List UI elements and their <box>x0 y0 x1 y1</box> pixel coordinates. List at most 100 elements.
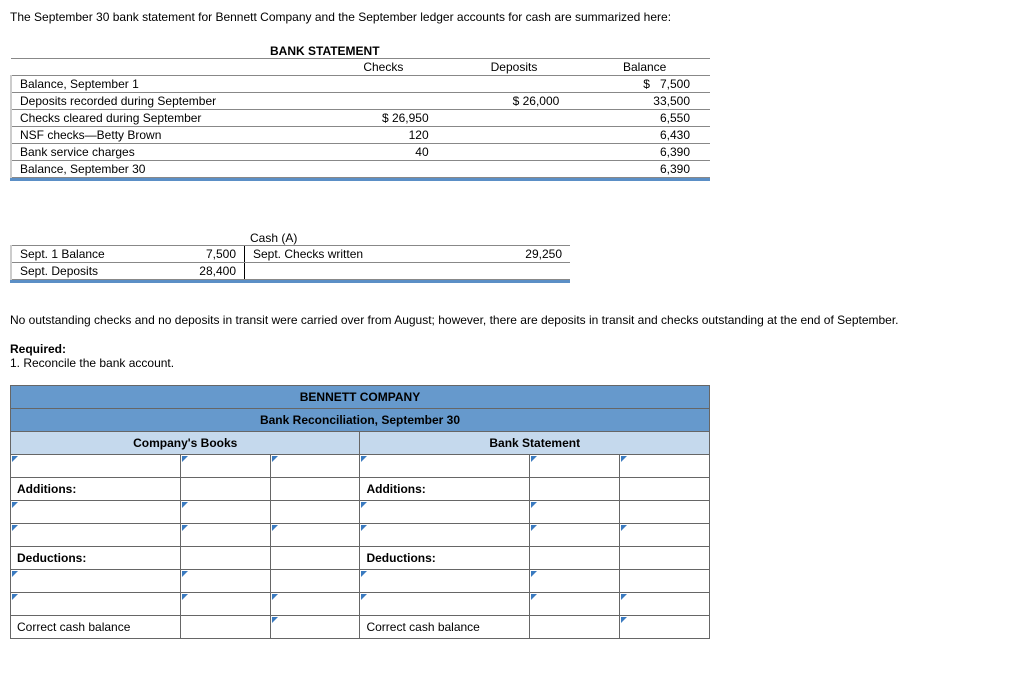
blank-cell <box>180 478 270 501</box>
row-label: Checks cleared during September <box>11 110 318 127</box>
blank-cell <box>270 570 360 593</box>
blank-cell <box>180 547 270 570</box>
blank-cell <box>530 547 620 570</box>
deductions-label-left: Deductions: <box>11 547 181 570</box>
input-cell[interactable] <box>11 455 181 478</box>
input-cell[interactable] <box>270 455 360 478</box>
input-cell[interactable] <box>530 570 620 593</box>
row-checks: $ 26,950 <box>318 110 449 127</box>
row-checks <box>318 76 449 93</box>
divider-bar <box>10 280 570 283</box>
blank-cell <box>270 478 360 501</box>
input-cell[interactable] <box>360 501 530 524</box>
ledger-right-amount: 29,250 <box>441 246 570 263</box>
additions-label-right: Additions: <box>360 478 530 501</box>
recon-left-header: Company's Books <box>11 432 360 455</box>
input-cell[interactable] <box>360 570 530 593</box>
row-deposits <box>449 144 580 161</box>
row-label: Balance, September 30 <box>11 161 318 178</box>
row-checks: 40 <box>318 144 449 161</box>
row-balance: 33,500 <box>579 93 710 110</box>
ledger-left-amount: 7,500 <box>168 246 245 263</box>
input-cell[interactable] <box>11 570 181 593</box>
row-checks <box>318 161 449 178</box>
input-cell[interactable] <box>270 524 360 547</box>
input-cell[interactable] <box>11 593 181 616</box>
blank-cell <box>270 547 360 570</box>
required-label: Required: <box>10 342 66 356</box>
additions-label-left: Additions: <box>11 478 181 501</box>
input-cell[interactable] <box>11 501 181 524</box>
input-cell[interactable] <box>180 570 270 593</box>
input-cell[interactable] <box>180 501 270 524</box>
note-text: No outstanding checks and no deposits in… <box>10 313 1014 327</box>
reconciliation-table: BENNETT COMPANY Bank Reconciliation, Sep… <box>10 385 710 639</box>
reconciliation-section: BENNETT COMPANY Bank Reconciliation, Sep… <box>10 385 710 639</box>
cash-ledger-title: Cash (A) <box>250 231 570 245</box>
input-cell[interactable] <box>270 593 360 616</box>
row-checks: 120 <box>318 127 449 144</box>
intro-text: The September 30 bank statement for Benn… <box>10 10 1014 24</box>
required-section: Required: 1. Reconcile the bank account. <box>10 342 1014 370</box>
col-balance: Balance <box>579 59 710 76</box>
blank-cell <box>619 478 709 501</box>
row-balance: 6,430 <box>579 127 710 144</box>
recon-subtitle: Bank Reconciliation, September 30 <box>11 409 710 432</box>
deductions-label-right: Deductions: <box>360 547 530 570</box>
row-deposits: $ 26,000 <box>449 93 580 110</box>
row-balance: 6,390 <box>579 144 710 161</box>
input-cell[interactable] <box>360 455 530 478</box>
divider-bar <box>10 178 710 181</box>
input-cell[interactable] <box>619 593 709 616</box>
blank-cell <box>180 616 270 639</box>
correct-balance-label-right: Correct cash balance <box>360 616 530 639</box>
row-label: Deposits recorded during September <box>11 93 318 110</box>
ledger-left-label: Sept. Deposits <box>11 263 168 280</box>
ledger-left-amount: 28,400 <box>168 263 245 280</box>
input-cell[interactable] <box>530 501 620 524</box>
input-cell[interactable] <box>530 593 620 616</box>
row-balance: $ 7,500 <box>579 76 710 93</box>
input-cell[interactable] <box>180 593 270 616</box>
input-cell[interactable] <box>180 455 270 478</box>
row-balance: 6,390 <box>579 161 710 178</box>
input-cell[interactable] <box>530 524 620 547</box>
col-checks: Checks <box>318 59 449 76</box>
input-cell[interactable] <box>530 455 620 478</box>
input-cell[interactable] <box>360 524 530 547</box>
cash-ledger-table: Sept. 1 Balance 7,500 Sept. Checks writt… <box>10 245 570 280</box>
ledger-left-label: Sept. 1 Balance <box>11 246 168 263</box>
row-label: NSF checks—Betty Brown <box>11 127 318 144</box>
input-cell[interactable] <box>180 524 270 547</box>
correct-balance-label-left: Correct cash balance <box>11 616 181 639</box>
blank-cell <box>530 478 620 501</box>
row-deposits <box>449 161 580 178</box>
bank-statement-table: Checks Deposits Balance Balance, Septemb… <box>10 58 710 178</box>
row-deposits <box>449 76 580 93</box>
input-cell[interactable] <box>619 524 709 547</box>
row-label: Balance, September 1 <box>11 76 318 93</box>
required-item: 1. Reconcile the bank account. <box>10 356 174 370</box>
row-balance: 6,550 <box>579 110 710 127</box>
blank-cell <box>619 547 709 570</box>
row-deposits <box>449 127 580 144</box>
input-cell[interactable] <box>11 524 181 547</box>
bank-statement-section: BANK STATEMENT Checks Deposits Balance B… <box>10 44 710 181</box>
recon-right-header: Bank Statement <box>360 432 710 455</box>
input-cell[interactable] <box>270 616 360 639</box>
ledger-right-label: Sept. Checks written <box>245 246 442 263</box>
input-cell[interactable] <box>619 616 709 639</box>
cash-ledger-section: Cash (A) Sept. 1 Balance 7,500 Sept. Che… <box>10 231 570 283</box>
input-cell[interactable] <box>619 455 709 478</box>
col-deposits: Deposits <box>449 59 580 76</box>
input-cell[interactable] <box>360 593 530 616</box>
row-checks <box>318 93 449 110</box>
blank-cell <box>270 501 360 524</box>
row-deposits <box>449 110 580 127</box>
recon-company-header: BENNETT COMPANY <box>11 386 710 409</box>
bank-statement-title: BANK STATEMENT <box>270 44 710 58</box>
blank-cell <box>530 616 620 639</box>
blank-cell <box>619 501 709 524</box>
blank-cell <box>619 570 709 593</box>
row-label: Bank service charges <box>11 144 318 161</box>
